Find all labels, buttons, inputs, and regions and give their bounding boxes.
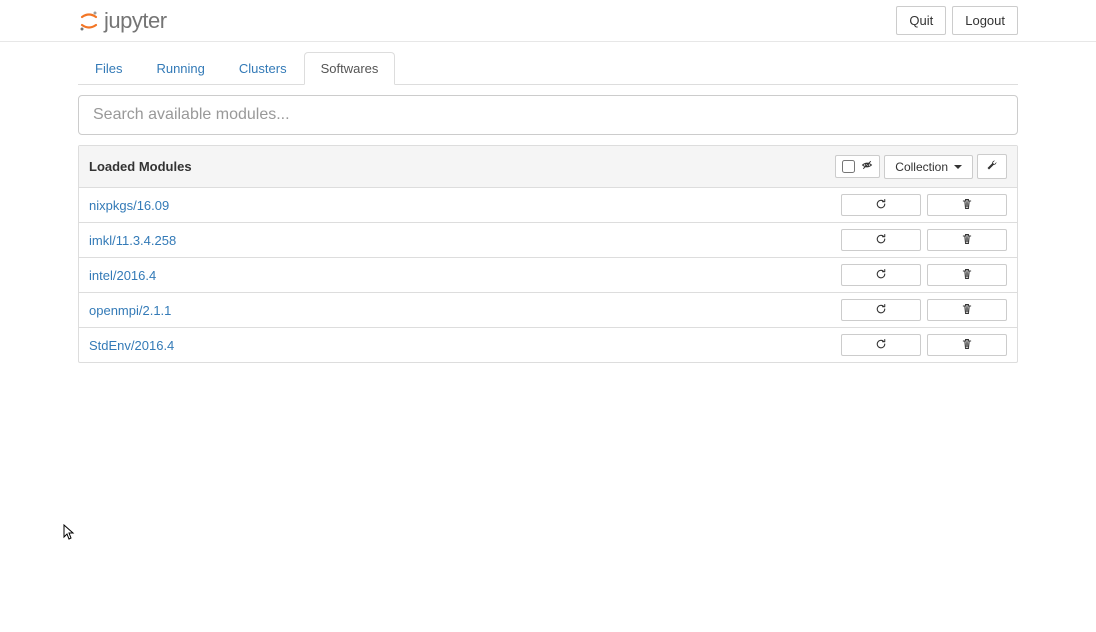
tab-softwares[interactable]: Softwares xyxy=(304,52,396,85)
select-hidden-toggle[interactable] xyxy=(835,155,880,178)
wrench-icon xyxy=(986,160,998,174)
refresh-icon xyxy=(875,268,887,283)
module-row: openmpi/2.1.1 xyxy=(79,293,1017,328)
module-link[interactable]: openmpi/2.1.1 xyxy=(89,303,171,318)
refresh-icon xyxy=(875,303,887,318)
jupyter-logo[interactable]: jupyter xyxy=(78,8,167,34)
trash-icon xyxy=(961,233,973,248)
collection-dropdown[interactable]: Collection xyxy=(884,155,973,179)
module-link[interactable]: imkl/11.3.4.258 xyxy=(89,233,176,248)
reload-module-button[interactable] xyxy=(841,334,921,356)
module-row: nixpkgs/16.09 xyxy=(79,188,1017,223)
trash-icon xyxy=(961,198,973,213)
reload-module-button[interactable] xyxy=(841,229,921,251)
select-all-checkbox[interactable] xyxy=(842,160,855,173)
quit-button[interactable]: Quit xyxy=(896,6,946,35)
refresh-icon xyxy=(875,338,887,353)
module-link[interactable]: StdEnv/2016.4 xyxy=(89,338,174,353)
module-row: imkl/11.3.4.258 xyxy=(79,223,1017,258)
eye-slash-icon xyxy=(861,159,873,174)
unload-module-button[interactable] xyxy=(927,194,1007,216)
refresh-icon xyxy=(875,233,887,248)
panel-title: Loaded Modules xyxy=(89,159,192,174)
trash-icon xyxy=(961,268,973,283)
module-link[interactable]: nixpkgs/16.09 xyxy=(89,198,169,213)
collection-label: Collection xyxy=(895,160,948,174)
tab-files[interactable]: Files xyxy=(78,52,139,85)
unload-module-button[interactable] xyxy=(927,229,1007,251)
module-link[interactable]: intel/2016.4 xyxy=(89,268,156,283)
cursor-icon xyxy=(63,524,79,540)
trash-icon xyxy=(961,338,973,353)
trash-icon xyxy=(961,303,973,318)
reload-module-button[interactable] xyxy=(841,264,921,286)
tabs: FilesRunningClustersSoftwares xyxy=(78,52,1018,85)
unload-module-button[interactable] xyxy=(927,264,1007,286)
chevron-down-icon xyxy=(954,165,962,169)
refresh-icon xyxy=(875,198,887,213)
module-row: StdEnv/2016.4 xyxy=(79,328,1017,362)
tab-running[interactable]: Running xyxy=(139,52,221,85)
settings-button[interactable] xyxy=(977,154,1007,179)
reload-module-button[interactable] xyxy=(841,194,921,216)
reload-module-button[interactable] xyxy=(841,299,921,321)
logo-text: jupyter xyxy=(104,8,167,34)
search-input[interactable] xyxy=(78,95,1018,135)
module-row: intel/2016.4 xyxy=(79,258,1017,293)
unload-module-button[interactable] xyxy=(927,334,1007,356)
jupyter-logo-icon xyxy=(78,10,100,32)
logout-button[interactable]: Logout xyxy=(952,6,1018,35)
unload-module-button[interactable] xyxy=(927,299,1007,321)
tab-clusters[interactable]: Clusters xyxy=(222,52,304,85)
